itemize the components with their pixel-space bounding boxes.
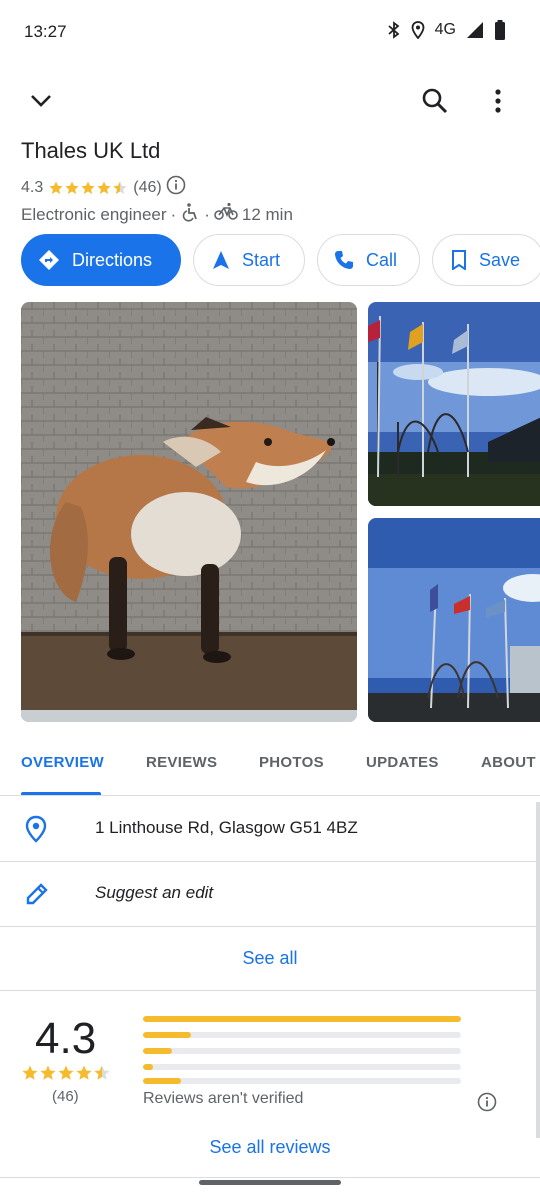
photo-flags-1[interactable]	[368, 302, 540, 506]
rating-bar-4	[143, 1032, 461, 1038]
bluetooth-icon	[387, 21, 401, 39]
rating-bar-2	[143, 1064, 461, 1070]
save-label: Save	[479, 249, 521, 270]
category: Electronic engineer	[21, 204, 167, 224]
review-summary-count: (46)	[52, 1088, 79, 1105]
phone-icon	[335, 251, 353, 269]
bookmark-icon	[452, 250, 466, 270]
signal-icon	[466, 21, 484, 39]
search-icon[interactable]	[420, 86, 450, 121]
star-icon	[65, 180, 79, 194]
rating-line[interactable]: 4.3 (46)	[21, 175, 186, 200]
star-icon	[40, 1065, 56, 1080]
suggest-edit-text: Suggest an edit	[95, 883, 214, 902]
rating-bar-fill	[143, 1048, 172, 1054]
navigation-icon	[213, 251, 229, 269]
half-star-icon	[94, 1065, 110, 1080]
status-bar: 13:27 4G	[0, 0, 540, 64]
reviews-not-verified: Reviews aren't verified	[143, 1090, 304, 1107]
star-icon	[97, 180, 111, 194]
photo-gallery	[0, 302, 540, 722]
call-button[interactable]: Call	[317, 234, 420, 286]
rating-bar-1	[143, 1078, 461, 1084]
save-button[interactable]: Save	[432, 234, 540, 286]
star-icon	[76, 1065, 92, 1080]
place-topbar	[0, 80, 540, 124]
wheelchair-icon	[180, 202, 200, 227]
separator: ·	[170, 204, 177, 224]
rating-stars	[48, 180, 128, 196]
info-icon[interactable]	[166, 175, 186, 200]
rating-bar-fill	[143, 1064, 153, 1070]
travel-time: 12 min	[241, 204, 293, 224]
star-icon	[22, 1065, 38, 1080]
start-button[interactable]: Start	[193, 234, 305, 286]
scrollbar[interactable]	[536, 802, 540, 1138]
photo-flags-2[interactable]	[368, 518, 540, 722]
star-icon	[49, 180, 63, 194]
tab-overview[interactable]: OVERVIEW	[21, 754, 104, 771]
rating-bar-3	[143, 1048, 461, 1054]
rating-bar-5	[143, 1016, 461, 1022]
battery-icon	[494, 20, 506, 40]
network-label: 4G	[434, 21, 456, 38]
tab-bar: OVERVIEW REVIEWS PHOTOS UPDATES ABOUT	[0, 742, 540, 796]
home-indicator[interactable]	[199, 1180, 341, 1185]
rating-bar-fill	[143, 1078, 182, 1084]
star-icon	[58, 1065, 74, 1080]
see-all-link[interactable]: See all	[0, 948, 540, 969]
status-time: 13:27	[24, 22, 67, 41]
place-title: Thales UK Ltd	[21, 138, 161, 163]
review-count: (46)	[133, 178, 162, 196]
tab-updates[interactable]: UPDATES	[366, 754, 439, 771]
status-icons: 4G	[387, 20, 506, 40]
review-summary-rating: 4.3	[35, 1014, 97, 1063]
suggest-edit-row[interactable]: Suggest an edit	[0, 862, 540, 927]
tab-about[interactable]: ABOUT	[481, 754, 536, 771]
address-text: 1 Linthouse Rd, Glasgow G51 4BZ	[95, 818, 358, 837]
photo-fox[interactable]	[21, 302, 357, 722]
pencil-icon	[24, 881, 50, 912]
start-label: Start	[242, 249, 281, 270]
see-all-row: See all	[0, 927, 540, 991]
see-all-reviews-link[interactable]: See all reviews	[0, 1137, 540, 1158]
directions-label: Directions	[72, 249, 153, 270]
chevron-down-icon[interactable]	[28, 88, 54, 119]
half-star-icon	[113, 180, 127, 194]
pin-icon	[24, 815, 48, 848]
directions-button[interactable]: Directions	[21, 234, 181, 286]
star-icon	[81, 180, 95, 194]
rating-value: 4.3	[21, 178, 44, 196]
category-line: Electronic engineer · · 12 min	[21, 202, 293, 227]
bicycle-icon	[214, 202, 238, 227]
location-icon	[411, 21, 425, 39]
review-summary-stars	[21, 1064, 111, 1082]
tab-photos[interactable]: PHOTOS	[259, 754, 324, 771]
see-all-reviews-row: See all reviews	[0, 1114, 540, 1178]
action-chips: Directions Start Call Save	[21, 234, 540, 286]
address-row[interactable]: 1 Linthouse Rd, Glasgow G51 4BZ	[0, 797, 540, 862]
call-label: Call	[366, 249, 398, 270]
more-vert-icon[interactable]	[486, 86, 510, 121]
tab-active-indicator	[21, 792, 101, 795]
rating-bar-fill	[143, 1016, 461, 1022]
rating-bar-fill	[143, 1032, 191, 1038]
tab-reviews[interactable]: REVIEWS	[146, 754, 217, 771]
directions-icon	[39, 250, 59, 270]
separator: ·	[204, 204, 210, 224]
